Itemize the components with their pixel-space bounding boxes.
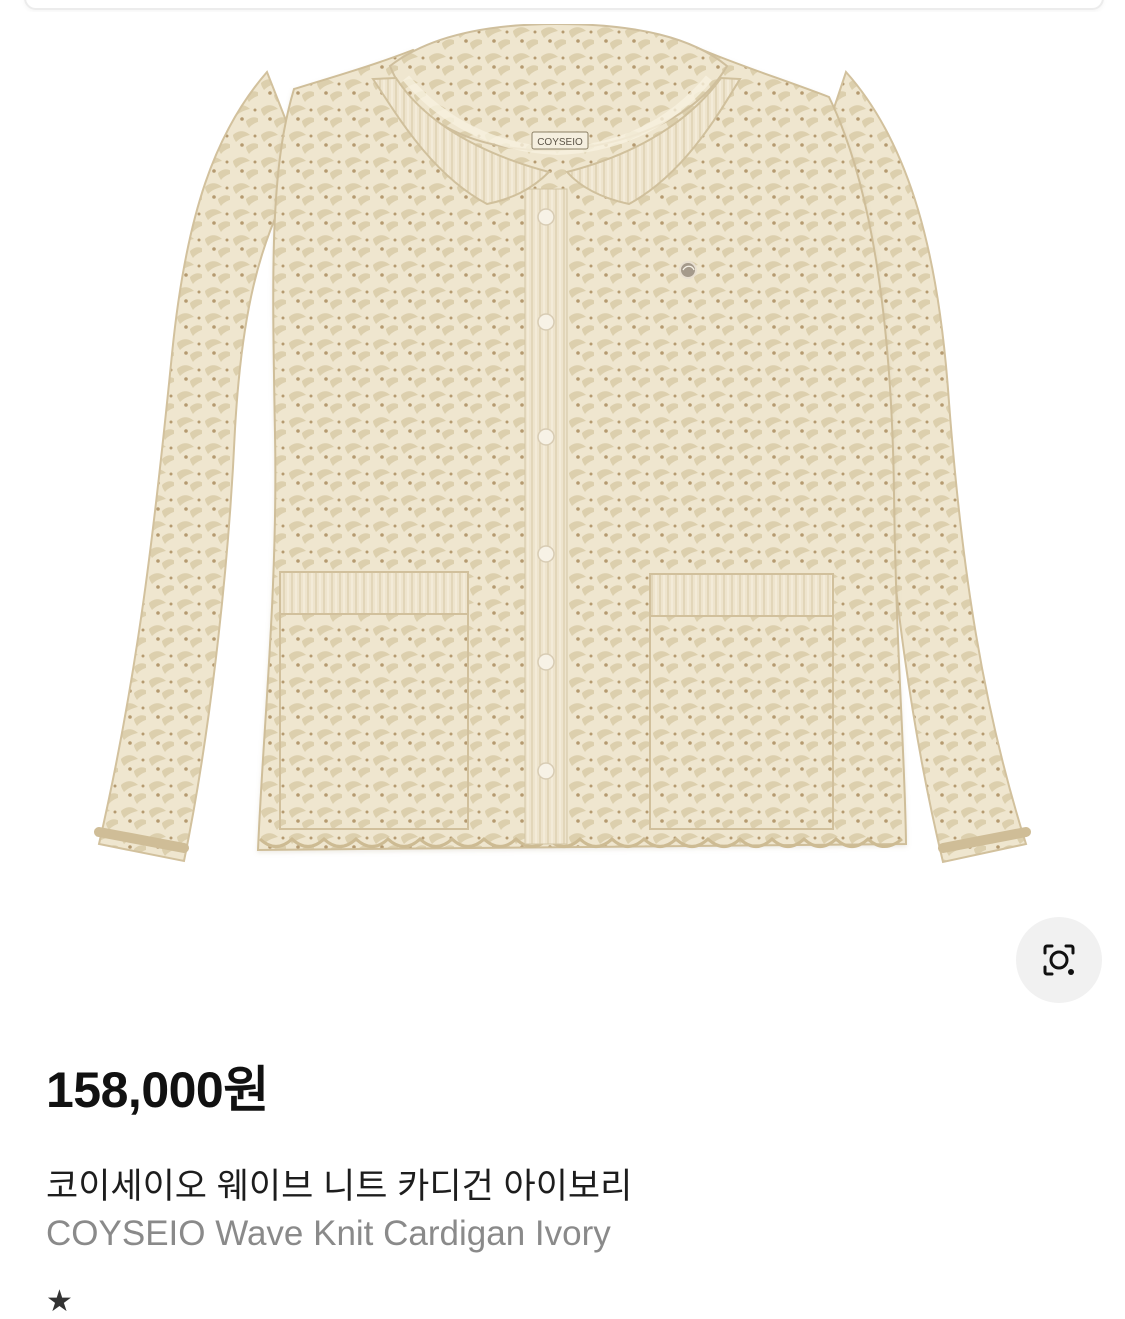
search-bar-edge[interactable] [24,0,1104,10]
image-search-lens-icon [1043,944,1075,976]
product-name-english[interactable]: COYSEIO Wave Knit Cardigan Ivory [46,1214,611,1254]
product-name-korean[interactable]: 코이세이오 웨이브 니트 카디건 아이보리 [46,1158,632,1209]
brand-label-text: COYSEIO [537,137,583,148]
star-icon: ★ [46,1284,73,1318]
product-image: COYSEIO [94,24,1031,864]
image-search-button[interactable] [1016,917,1102,1003]
rating-row: ★ [46,1284,81,1318]
product-price: 158,000원 [46,1062,269,1118]
product-image-area: COYSEIO [0,12,1125,1022]
